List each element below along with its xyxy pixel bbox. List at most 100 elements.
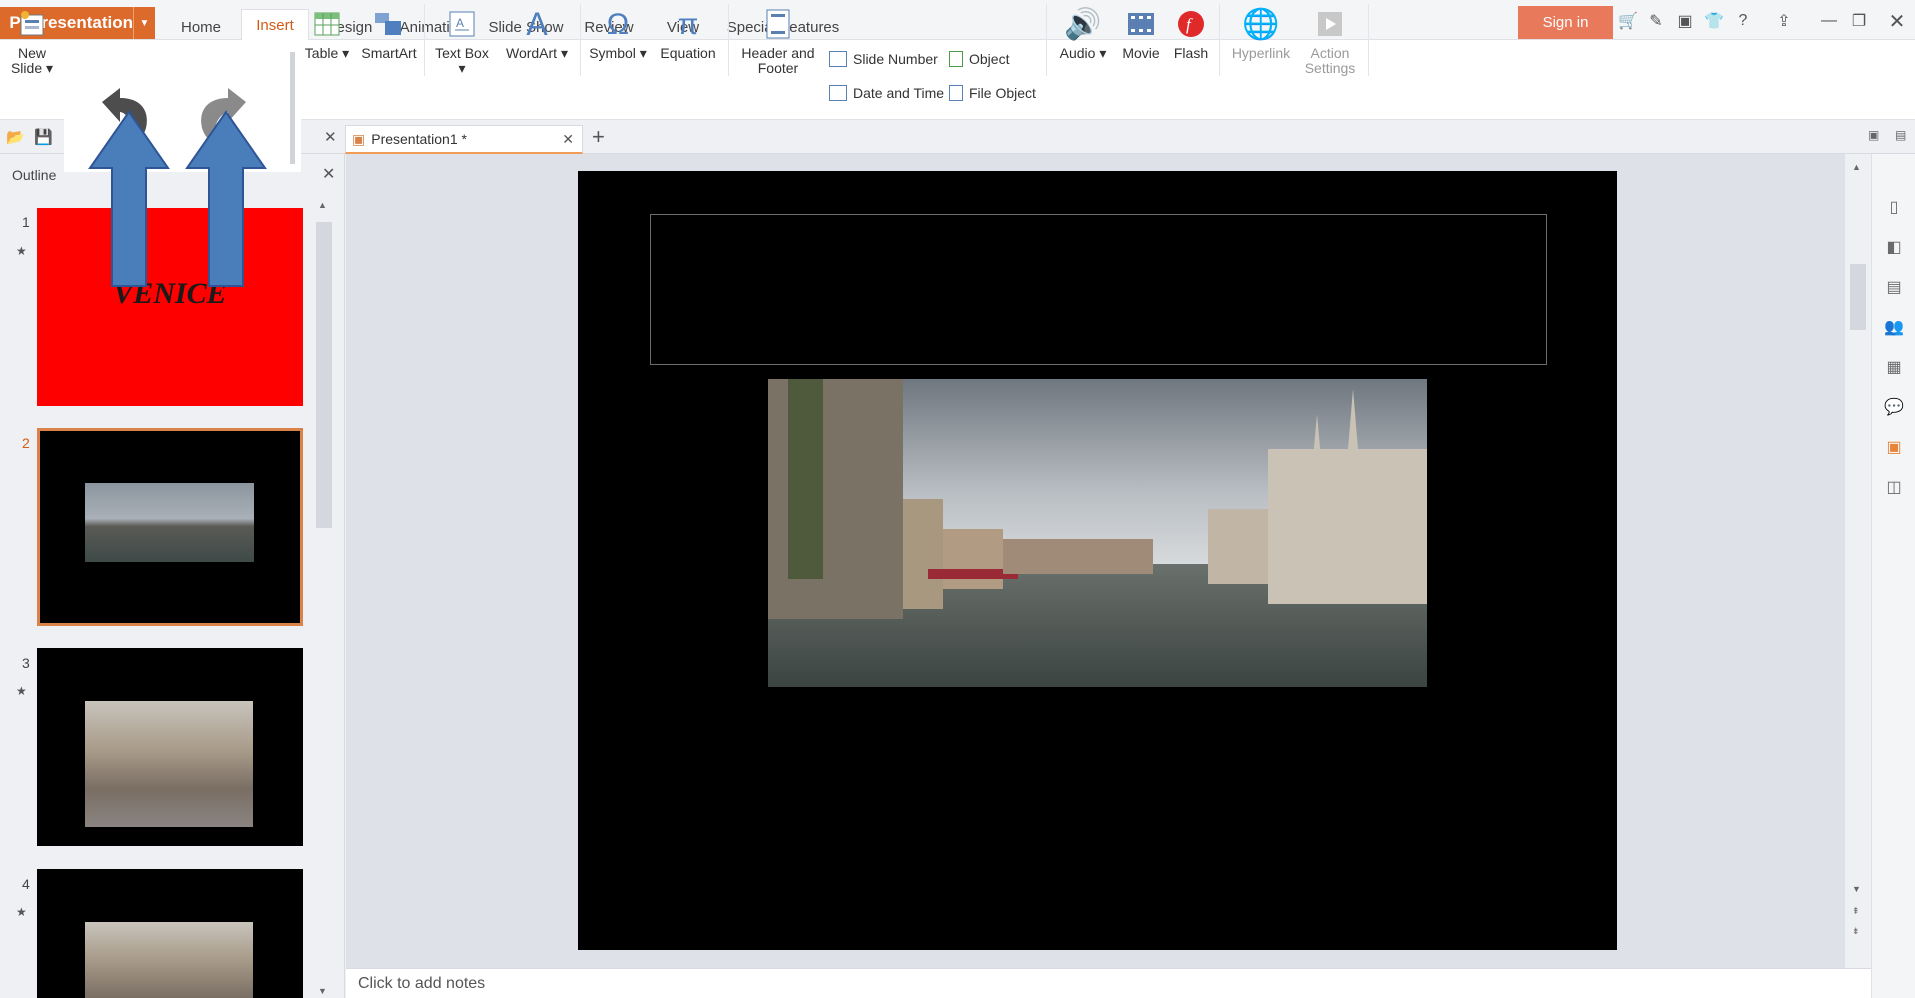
ribbon-separator	[424, 4, 425, 76]
symbol-button[interactable]: Ω Symbol ▾	[586, 6, 650, 78]
file-icon[interactable]: ▯	[1884, 198, 1904, 216]
slide-number: 2	[22, 435, 30, 451]
document-icon[interactable]: ▣	[1674, 10, 1696, 32]
wordart-button[interactable]: A WordArt ▾	[502, 6, 572, 78]
arrow-up-icon	[88, 110, 170, 291]
slide-number: 4	[22, 876, 30, 892]
table-icon	[312, 6, 342, 42]
wordart-icon: A	[526, 5, 548, 42]
restore-icon[interactable]: ❐	[1848, 10, 1870, 32]
audio-button[interactable]: 🔊 Audio ▾	[1056, 6, 1110, 78]
slide-thumbnail-4[interactable]	[37, 869, 303, 998]
scroll-up-icon[interactable]: ▲	[1852, 162, 1861, 172]
cart-icon[interactable]: 🛒	[1617, 10, 1639, 32]
pi-icon: π	[677, 7, 699, 41]
movie-button[interactable]: Movie	[1118, 6, 1164, 78]
scrollbar-thumb[interactable]	[316, 222, 332, 528]
globe-icon: 🌐	[1242, 7, 1280, 41]
scroll-up-icon[interactable]: ▲	[318, 200, 327, 210]
hyperlink-button[interactable]: 🌐 Hyperlink	[1226, 6, 1296, 78]
ribbon-separator	[728, 4, 729, 76]
next-slide-icon[interactable]: ⇟	[1852, 926, 1860, 937]
new-slide-button[interactable]: New Slide ▾	[10, 6, 54, 78]
backup-icon[interactable]: ▣	[1884, 438, 1904, 456]
close-document-tab-icon[interactable]: ✕	[562, 131, 574, 148]
slide-number: 3	[22, 655, 30, 671]
animation-star-icon: ★	[16, 905, 27, 919]
editor-scrollbar[interactable]: ▲ ▼ ⇞ ⇟	[1845, 154, 1871, 968]
screenshot-icon[interactable]: ◫	[1884, 478, 1904, 496]
slide-number-label: Slide Number	[853, 51, 938, 67]
pen-icon[interactable]: ✎	[1645, 10, 1667, 32]
canal-photo-thumbnail	[85, 483, 254, 562]
ribbon-separator	[1046, 4, 1047, 76]
equation-button[interactable]: π Equation	[656, 6, 720, 78]
task-pane-bar: ▯ ◧ ▤ 👥 ▦ 💬 ▣ ◫	[1871, 154, 1915, 998]
document-tab-title: Presentation1 *	[371, 131, 467, 147]
action-settings-label: Action	[1310, 45, 1350, 61]
date-time-button[interactable]: Date and Time	[829, 82, 944, 104]
scroll-down-icon[interactable]: ▼	[1852, 884, 1861, 894]
ribbon-separator	[580, 4, 581, 76]
action-settings-label-2: Settings	[1304, 60, 1356, 76]
date-time-label: Date and Time	[853, 85, 945, 101]
omega-icon: Ω	[606, 7, 630, 41]
new-slide-label-2: Slide	[10, 60, 43, 76]
new-slide-label: New	[17, 45, 46, 61]
table-button[interactable]: Table ▾	[302, 6, 352, 78]
skin-icon[interactable]: 👕	[1703, 10, 1725, 32]
outline-tab[interactable]: Outline	[12, 167, 56, 183]
new-tab-button[interactable]: +	[592, 124, 605, 150]
save-icon[interactable]: 💾	[34, 128, 53, 146]
properties-icon[interactable]: ▦	[1884, 358, 1904, 376]
help-icon[interactable]: ?	[1732, 10, 1754, 32]
piazza-photo-thumbnail	[85, 922, 253, 998]
slide-thumbnail-3[interactable]	[37, 648, 303, 846]
scrollbar-thumb[interactable]	[1850, 264, 1866, 330]
header-footer-label: Header and	[741, 45, 815, 61]
minimize-icon[interactable]: —	[1818, 10, 1840, 32]
audio-label: Audio	[1059, 45, 1096, 61]
flash-icon: f	[1176, 6, 1206, 42]
action-settings-button[interactable]: Action Settings	[1298, 6, 1362, 78]
overlay-scrollbar	[290, 52, 295, 164]
object-button[interactable]: Object	[949, 48, 1009, 70]
header-footer-button[interactable]: Header and Footer	[734, 6, 822, 78]
calendar-icon	[829, 85, 847, 101]
shapes-icon[interactable]: ◧	[1884, 238, 1904, 256]
ribbon-separator	[1219, 4, 1220, 76]
open-folder-icon[interactable]: 📂	[6, 128, 25, 146]
chevron-down-icon[interactable]: ▼	[133, 7, 155, 39]
share-icon[interactable]: ⇪	[1773, 10, 1795, 32]
slide-number-button[interactable]: Slide Number	[829, 48, 938, 70]
tab-insert[interactable]: Insert	[241, 9, 309, 41]
pin-icon[interactable]: ▤	[1895, 128, 1906, 142]
layout-icon[interactable]: ▤	[1884, 278, 1904, 296]
smartart-button[interactable]: SmartArt	[358, 6, 420, 78]
slide-number: 1	[22, 214, 30, 230]
text-box-button[interactable]: A Text Box ▾	[430, 6, 494, 78]
previous-slide-icon[interactable]: ⇞	[1852, 906, 1860, 917]
document-tab[interactable]: ▣ Presentation1 * ✕	[345, 125, 583, 154]
close-icon[interactable]: ✕	[1886, 10, 1908, 33]
comment-icon[interactable]: 💬	[1884, 398, 1904, 416]
file-object-button[interactable]: File Object	[949, 82, 1036, 104]
close-tab-icon[interactable]: ✕	[324, 128, 337, 146]
flash-button[interactable]: f Flash	[1170, 6, 1212, 78]
file-object-label: File Object	[969, 85, 1036, 101]
title-placeholder[interactable]	[650, 214, 1547, 365]
notes-pane[interactable]: Click to add notes	[346, 968, 1871, 998]
users-icon[interactable]: 👥	[1884, 318, 1904, 336]
movie-label: Movie	[1122, 45, 1160, 61]
tab-home[interactable]: Home	[170, 14, 232, 40]
smartart-label: SmartArt	[361, 45, 417, 61]
slides-scrollbar[interactable]: ▲ ▼	[316, 200, 332, 998]
presentation-file-icon: ▣	[352, 130, 366, 147]
sign-in-button[interactable]: Sign in	[1518, 6, 1613, 39]
canal-photo[interactable]	[768, 379, 1427, 687]
slide-thumbnail-2[interactable]	[37, 428, 303, 626]
close-panel-icon[interactable]: ✕	[322, 164, 335, 184]
arrow-up-icon	[185, 110, 267, 291]
panel-toggle-icon[interactable]: ▣	[1868, 128, 1879, 142]
scroll-down-icon[interactable]: ▼	[318, 986, 327, 996]
